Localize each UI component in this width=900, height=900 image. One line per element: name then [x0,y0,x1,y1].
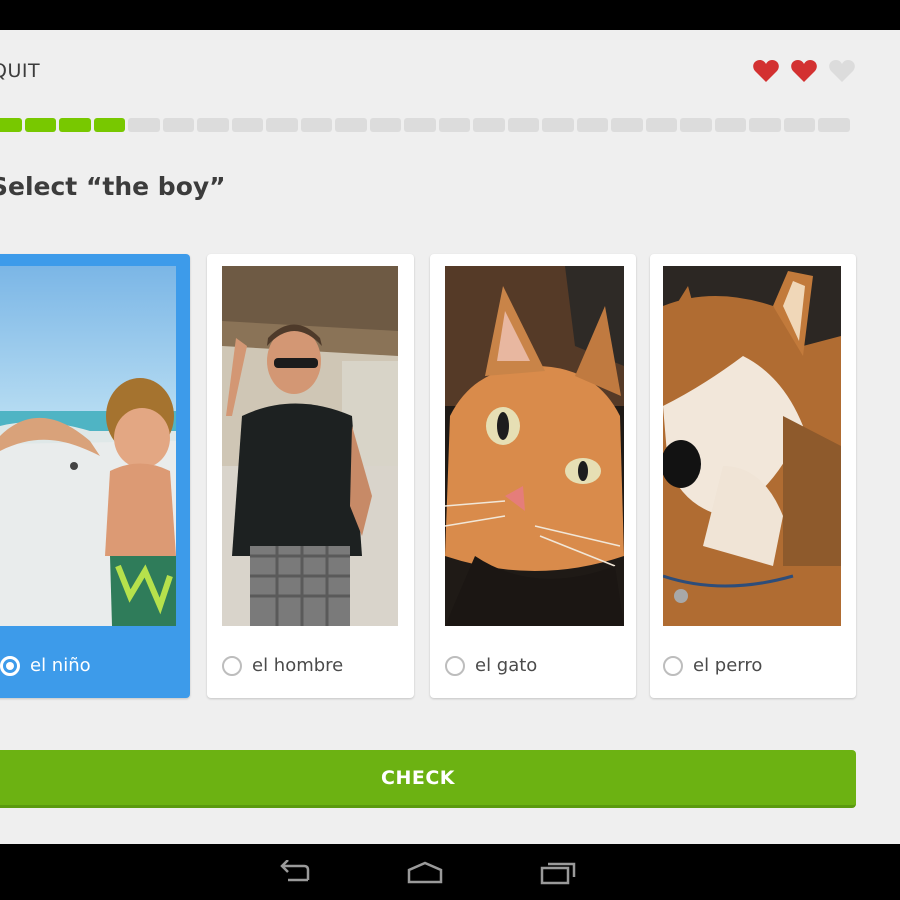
back-icon[interactable] [274,860,314,886]
quit-button[interactable]: QUIT [0,60,40,82]
progress-segment [197,118,229,132]
choice-card-cat[interactable]: el gato [430,254,636,698]
status-bar [0,0,900,30]
progress-segment [714,118,747,132]
check-button[interactable]: CHECK [0,750,856,808]
progress-segment [680,118,712,132]
progress-bar [0,118,850,132]
progress-segment [749,118,781,132]
man-in-sunglasses-image [222,266,398,626]
radio-button-checked[interactable] [0,655,20,676]
progress-segment [335,118,367,132]
progress-segment [300,118,333,132]
heart-empty-icon [829,60,855,82]
system-navigation-bar [0,844,900,900]
orange-cat-image [445,266,624,626]
progress-segment-complete [59,118,91,132]
progress-segment [369,118,402,132]
progress-segment-complete [24,118,57,132]
progress-segment [576,118,609,132]
progress-segment [473,118,505,132]
progress-segment [542,118,574,132]
hearts [752,58,856,84]
radio-button[interactable] [445,655,465,676]
progress-segment [818,118,850,132]
progress-segment [507,118,540,132]
progress-segment [162,118,195,132]
radio-button[interactable] [222,655,242,676]
progress-segment-complete [0,118,22,132]
choice-label: el perro [693,655,763,676]
choice-card-man[interactable]: el hombre [207,254,414,698]
progress-segment [231,118,264,132]
progress-segment [645,118,678,132]
prompt-title: Select “the boy” [0,172,226,201]
choice-label: el gato [475,655,538,676]
heart-icon [753,60,779,82]
progress-segment [404,118,436,132]
heart-icon [791,60,817,82]
radio-button[interactable] [663,655,683,676]
progress-segment [128,118,160,132]
choice-label: el niño [30,655,91,676]
recent-apps-icon[interactable] [538,860,578,886]
boy-on-beach-image [0,266,176,626]
choice-card-boy[interactable]: el niño [0,254,190,698]
choice-label: el hombre [252,655,344,676]
progress-segment [438,118,471,132]
lesson-screen: QUIT Select “the boy” [0,30,900,844]
home-icon[interactable] [405,860,445,886]
choice-card-dog[interactable]: el perro [650,254,856,698]
progress-segment [611,118,643,132]
progress-segment [783,118,816,132]
progress-segment-complete [93,118,126,132]
progress-segment [266,118,298,132]
shiba-dog-image [663,266,841,626]
